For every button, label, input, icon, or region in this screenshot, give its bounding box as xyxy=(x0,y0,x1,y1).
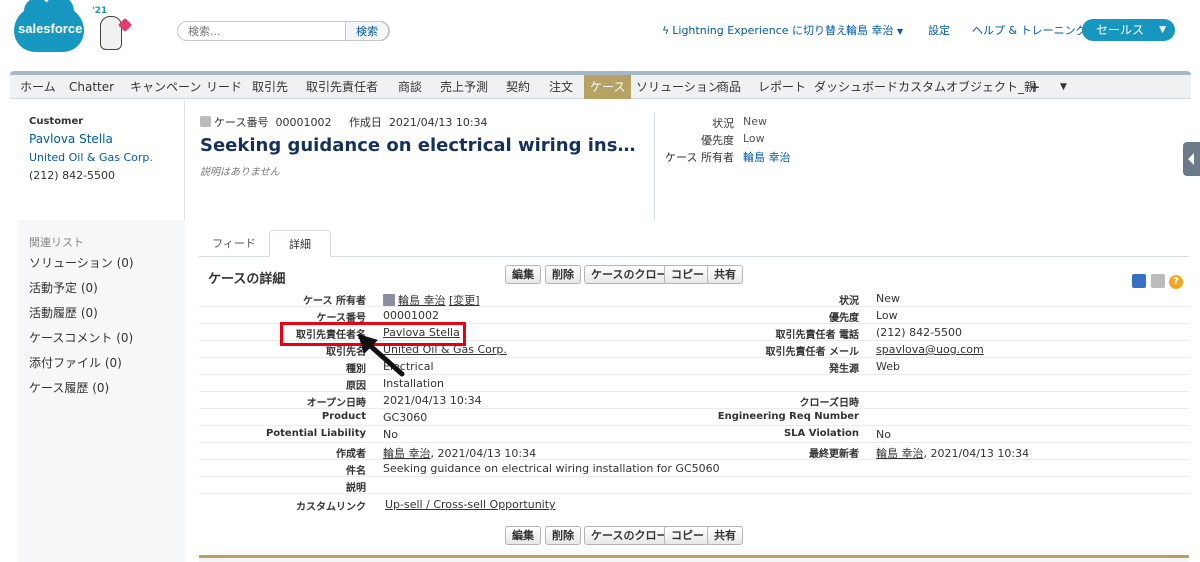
tab-more-chevron-icon[interactable]: ▼ xyxy=(1060,75,1067,99)
table-row: オープン日時 2021/04/13 10:34 クローズ日時 xyxy=(199,392,1189,409)
help-icon[interactable]: ? xyxy=(1169,275,1183,289)
sharing-button[interactable]: 共有 xyxy=(707,526,743,545)
global-header: salesforce '21 検索 ϟLightning Experience … xyxy=(0,0,1200,70)
user-icon xyxy=(383,294,395,306)
tab-contacts[interactable]: 取引先責任者 xyxy=(306,75,378,99)
table-row: Product GC3060 Engineering Req Number xyxy=(199,409,1189,426)
case-icon xyxy=(200,116,211,127)
tab-dashboards[interactable]: ダッシュボード xyxy=(814,75,898,99)
user-menu[interactable]: 輪島 幸治 ▼ xyxy=(846,22,903,38)
case-highlights-panel: ケース番号 00001002 作成日 2021/04/13 10:34 Seek… xyxy=(199,106,1189,220)
page-title: Seeking guidance on electrical wiring in… xyxy=(200,135,640,156)
created-by-link[interactable]: 輪島 幸治 xyxy=(383,447,431,460)
related-solutions-link[interactable]: ソリューション (0) xyxy=(29,254,134,271)
left-sidebar: Customer Pavlova Stella United Oil & Gas… xyxy=(18,100,185,562)
table-row: ケース 所有者 輪島 幸治 [変更] 状況 New xyxy=(199,290,1189,307)
related-case-comments-link[interactable]: ケースコメント (0) xyxy=(29,329,133,346)
search-button[interactable]: 検索 xyxy=(345,21,389,41)
custom-link[interactable]: Up-sell / Cross-sell Opportunity xyxy=(385,498,556,511)
related-list-section xyxy=(199,555,1189,562)
tab-leads[interactable]: リード xyxy=(206,75,242,99)
related-activity-history-link[interactable]: 活動履歴 (0) xyxy=(29,304,98,321)
salesforce-logo[interactable]: salesforce xyxy=(14,0,84,52)
lightning-bolt-icon: ϟ xyxy=(662,24,670,37)
app-switcher[interactable]: セールス ▼ xyxy=(1082,19,1175,41)
tab-campaigns[interactable]: キャンペーン xyxy=(130,75,201,99)
related-attachments-link[interactable]: 添付ファイル (0) xyxy=(29,354,122,371)
clone-button[interactable]: コピー xyxy=(664,265,711,284)
tab-add-icon[interactable]: + xyxy=(1030,75,1040,99)
case-description: 説明はありません xyxy=(200,167,280,178)
tab-products[interactable]: 商品 xyxy=(717,75,741,99)
customer-name-link[interactable]: Pavlova Stella xyxy=(29,132,113,146)
table-row: 種別 Electrical 発生源 Web xyxy=(199,358,1189,375)
sidebar-toggle-icon[interactable] xyxy=(1183,142,1200,176)
tab-accounts[interactable]: 取引先 xyxy=(252,75,288,99)
case-detail-panel: ケースの詳細 編集 削除 ケースのクローズ コピー 共有 ? ケース 所有者 輪… xyxy=(199,258,1189,562)
related-case-history-link[interactable]: ケース履歴 (0) xyxy=(29,379,109,396)
release-mascot-icon: '21 xyxy=(86,6,134,54)
tab-cases[interactable]: ケース xyxy=(584,75,632,99)
main-tab-bar: ホーム Chatter キャンペーン リード 取引先 取引先責任者 商談 売上予… xyxy=(10,71,1191,99)
customer-phone: (212) 842-5500 xyxy=(29,169,116,182)
search-box: 検索 xyxy=(177,21,390,41)
table-row: Potential Liability No SLA Violation No xyxy=(199,426,1189,443)
tab-orders[interactable]: 注文 xyxy=(549,75,573,99)
section-title: ケースの詳細 xyxy=(208,272,286,287)
tab-solutions[interactable]: ソリューション xyxy=(636,75,720,99)
tab-feed[interactable]: フィード xyxy=(199,230,269,257)
owner-link[interactable]: 輪島 幸治 xyxy=(398,294,446,307)
detail-tabs: フィード 詳細 xyxy=(199,230,1189,257)
case-number-line: ケース番号 00001002 作成日 2021/04/13 10:34 xyxy=(200,114,488,130)
tab-forecasts[interactable]: 売上予測 xyxy=(440,75,488,99)
edit-button[interactable]: 編集 xyxy=(505,526,541,545)
table-row: 作成者 輪島 幸治, 2021/04/13 10:34 最終更新者 輪島 幸治,… xyxy=(199,443,1189,460)
related-list-header: 関連リスト xyxy=(29,236,84,249)
tab-contracts[interactable]: 契約 xyxy=(506,75,530,99)
customer-account-link[interactable]: United Oil & Gas Corp. xyxy=(29,151,153,164)
switch-lightning-link[interactable]: ϟ Lightning Experience に切り替え xyxy=(662,22,847,38)
owner-link[interactable]: 輪島 幸治 xyxy=(743,149,791,165)
sharing-button[interactable]: 共有 xyxy=(707,265,743,284)
tab-reports[interactable]: レポート xyxy=(758,75,806,99)
tab-details[interactable]: 詳細 xyxy=(269,230,331,257)
customer-label: Customer xyxy=(29,116,84,127)
table-row: 原因 Installation xyxy=(199,375,1189,392)
tab-home[interactable]: ホーム xyxy=(20,75,56,99)
change-owner-link[interactable]: [変更] xyxy=(449,294,480,307)
search-input[interactable] xyxy=(188,24,348,38)
modified-by-link[interactable]: 輪島 幸治 xyxy=(876,447,924,460)
print-icon[interactable] xyxy=(1151,274,1165,288)
delete-button[interactable]: 削除 xyxy=(545,265,581,284)
clone-button[interactable]: コピー xyxy=(664,526,711,545)
tab-chatter[interactable]: Chatter xyxy=(69,75,114,99)
edit-button[interactable]: 編集 xyxy=(505,265,541,284)
tab-opportunities[interactable]: 商談 xyxy=(398,75,422,99)
help-link[interactable]: ヘルプ & トレーニング xyxy=(972,22,1087,38)
customer-profile: Customer Pavlova Stella United Oil & Gas… xyxy=(18,100,185,220)
contact-email-link[interactable]: spavlova@uog.com xyxy=(876,343,984,356)
settings-link[interactable]: 設定 xyxy=(928,22,950,38)
table-row: カスタムリンク Up-sell / Cross-sell Opportunity xyxy=(296,498,556,513)
table-row: 件名 Seeking guidance on electrical wiring … xyxy=(199,460,1189,477)
chevron-down-icon: ▼ xyxy=(897,27,904,36)
edit-layout-icon[interactable] xyxy=(1132,274,1146,288)
chevron-down-icon: ▼ xyxy=(1159,25,1166,35)
related-open-activities-link[interactable]: 活動予定 (0) xyxy=(29,279,98,296)
delete-button[interactable]: 削除 xyxy=(545,526,581,545)
tab-custom-object[interactable]: カスタムオブジェクト_親 xyxy=(898,75,1036,99)
pointer-arrow-icon xyxy=(358,334,405,377)
table-row: 説明 xyxy=(199,477,1189,494)
